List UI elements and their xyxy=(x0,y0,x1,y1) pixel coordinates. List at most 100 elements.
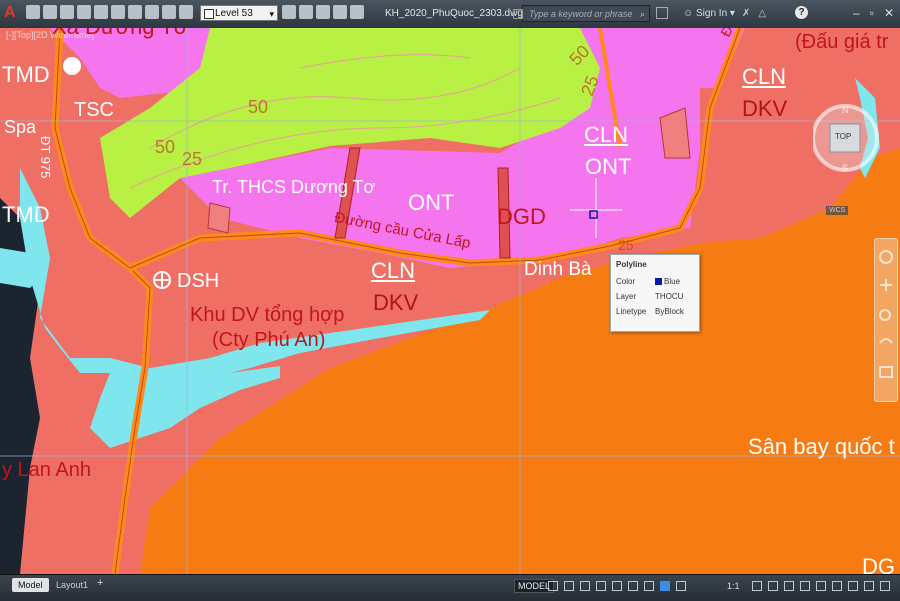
maximize-icon[interactable]: ▫ xyxy=(870,6,874,20)
tooltip-value: THOCU xyxy=(655,292,684,301)
layer-previous-icon[interactable] xyxy=(316,5,330,19)
tooltip-value-text: Blue xyxy=(664,277,681,286)
map-label: TMD xyxy=(2,62,50,87)
annotation-visibility-icon[interactable] xyxy=(660,581,670,591)
steering-wheel-icon xyxy=(879,250,893,264)
undo-icon[interactable] xyxy=(111,5,125,19)
new-icon[interactable] xyxy=(26,5,40,19)
add-layout-icon[interactable]: + xyxy=(97,577,103,589)
map-label: Sân bay quốc t xyxy=(748,434,895,459)
grid-icon[interactable] xyxy=(548,581,558,591)
drafting-tools xyxy=(548,581,686,591)
title-bar: A Level 53 ▾ KH_2020_PhuQuoc_2303.dwg Ty… xyxy=(0,0,900,29)
lineweight-icon[interactable] xyxy=(644,581,654,591)
navigation-bar[interactable] xyxy=(874,238,898,402)
bulb-icon[interactable] xyxy=(179,5,193,19)
status-tools xyxy=(752,581,890,591)
zoom-icon xyxy=(879,309,891,321)
workspace-gear-icon[interactable] xyxy=(752,581,762,591)
triangle-icon[interactable]: △ xyxy=(758,8,766,19)
map-label: Tr. THCS Dương Tơ xyxy=(212,177,376,197)
save-as-icon[interactable] xyxy=(77,5,91,19)
orbit-icon xyxy=(879,338,893,344)
viewcube[interactable]: TOP N S xyxy=(813,88,893,188)
map-label: TMD xyxy=(2,202,50,227)
units-icon[interactable] xyxy=(784,581,794,591)
isolate-objects-icon[interactable] xyxy=(832,581,842,591)
ortho-icon[interactable] xyxy=(580,581,590,591)
pan-icon xyxy=(880,279,892,291)
tooltip-value: ByBlock xyxy=(655,307,684,316)
annotation-scale[interactable]: 1:1 xyxy=(727,581,740,591)
save-icon[interactable] xyxy=(60,5,74,19)
sign-in-button[interactable]: ☺ Sign In ▾ xyxy=(683,8,735,19)
contour-label: 25 xyxy=(182,149,203,169)
map-label: TSC xyxy=(74,99,114,121)
otrack-icon[interactable] xyxy=(628,581,638,591)
tooltip-value: Blue xyxy=(655,277,680,286)
map-label: Khu DV tổng hợp xyxy=(190,304,345,326)
compass-n-label[interactable]: N xyxy=(842,106,849,115)
layer-state-icon[interactable] xyxy=(162,5,176,19)
map-label: ONT xyxy=(585,154,632,179)
tooltip-key: Color xyxy=(616,277,636,286)
autoscale-icon[interactable] xyxy=(676,581,686,591)
unisolate-icon[interactable] xyxy=(350,5,364,19)
right-tools: ✗ △ xyxy=(742,8,766,19)
layer-tools xyxy=(282,5,364,19)
quick-access-toolbar xyxy=(26,5,193,19)
drawing-canvas[interactable]: [-][Top][2D Wireframe] Xã Dương Tơ (Đấu … xyxy=(0,28,900,574)
match-layer-icon[interactable] xyxy=(299,5,313,19)
polar-icon[interactable] xyxy=(596,581,606,591)
document-title: KH_2020_PhuQuoc_2303.dwg xyxy=(385,8,523,19)
compass-s-label[interactable]: S xyxy=(842,164,848,173)
window-controls: – ▫ ✕ xyxy=(853,6,894,20)
autocad-app-icon[interactable]: A xyxy=(4,4,16,22)
match-icon[interactable] xyxy=(145,5,159,19)
redo-icon[interactable] xyxy=(128,5,142,19)
map-label: DKV xyxy=(742,96,788,121)
wcs-menu[interactable]: WCS xyxy=(826,206,849,215)
parcel xyxy=(207,202,231,234)
map-label: Dinh Bà xyxy=(524,259,592,280)
quick-properties-icon[interactable] xyxy=(800,581,810,591)
user-icon: ☺ xyxy=(683,8,696,19)
map-label: ĐT 975 xyxy=(38,136,53,179)
map-label: CLN xyxy=(742,64,787,89)
showmotion-icon xyxy=(879,366,893,378)
snap-icon[interactable] xyxy=(564,581,574,591)
plus-icon[interactable] xyxy=(768,581,778,591)
color-swatch xyxy=(655,278,662,285)
tab-model[interactable]: Model xyxy=(12,578,49,592)
hardware-acceleration-icon[interactable] xyxy=(848,581,858,591)
tmd-marker xyxy=(63,57,81,75)
sign-in-label: Sign In xyxy=(696,8,728,19)
status-bar: Model Layout1 + MODEL 1:1 xyxy=(0,574,900,601)
print-icon[interactable] xyxy=(94,5,108,19)
isolate-icon[interactable] xyxy=(333,5,347,19)
navbar-icons xyxy=(879,250,893,378)
exchange-icon[interactable]: ✗ xyxy=(742,8,750,19)
help-icon[interactable]: ? xyxy=(795,6,808,19)
open-icon[interactable] xyxy=(43,5,57,19)
lock-ui-icon[interactable] xyxy=(816,581,826,591)
close-icon[interactable]: ✕ xyxy=(884,6,894,20)
map-label: ONT xyxy=(408,190,455,215)
chevron-down-icon: ▾ xyxy=(269,9,274,19)
map-label: CLN xyxy=(371,258,416,283)
minimize-icon[interactable]: – xyxy=(853,6,860,20)
make-current-icon[interactable] xyxy=(282,5,296,19)
clean-screen-icon[interactable] xyxy=(864,581,874,591)
layer-dropdown[interactable]: Level 53 ▾ xyxy=(200,5,278,21)
map-label: (Đấu giá tr xyxy=(795,31,889,53)
binoculars-icon[interactable] xyxy=(656,7,668,19)
contour-label: 25 xyxy=(618,237,634,253)
customize-icon[interactable] xyxy=(880,581,890,591)
tooltip-key: Layer xyxy=(616,292,637,301)
search-icon[interactable]: ⌕ xyxy=(640,6,645,23)
tab-layout1[interactable]: Layout1 xyxy=(50,578,94,592)
map-label: DGD xyxy=(497,204,546,229)
osnap-icon[interactable] xyxy=(612,581,622,591)
viewcube-top-label[interactable]: TOP xyxy=(835,133,851,141)
search-input[interactable]: Type a keyword or phrase ⌕ xyxy=(513,5,650,23)
